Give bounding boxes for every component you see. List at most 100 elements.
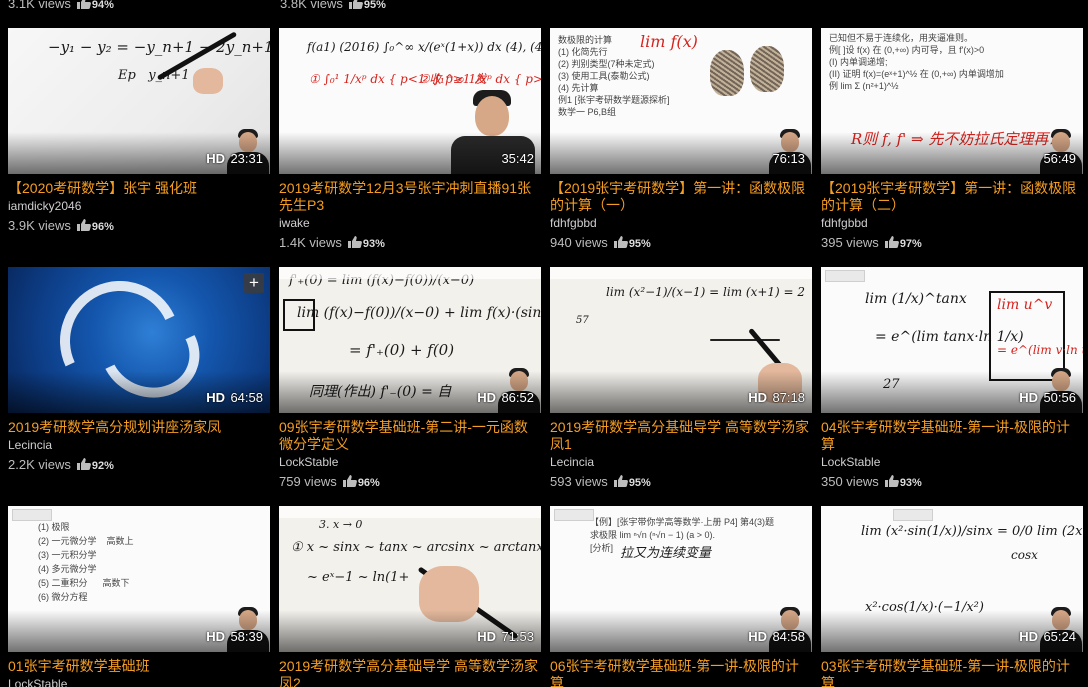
- video-card[interactable]: f'₊(0) = lim (f(x)−f(0))/(x−0) lim (f(x)…: [279, 267, 541, 490]
- video-card[interactable]: lim (1/x)^tanx = e^(lim tanx·ln 1/x) 27 …: [821, 267, 1083, 490]
- channel-logo: [554, 509, 594, 521]
- hd-badge: HD: [206, 629, 225, 644]
- duration-label: 87:18: [772, 390, 805, 405]
- uploader-name[interactable]: iwake: [279, 216, 541, 231]
- video-title[interactable]: 04张宇考研数学基础班-第一讲-极限的计算: [821, 419, 1083, 453]
- video-thumbnail[interactable]: lim (x²−1)/(x−1) = lim (x+1) = 2 57 HD 8…: [550, 267, 812, 413]
- video-title[interactable]: 03张宇考研数学基础班-第一讲-极限的计算: [821, 658, 1083, 687]
- video-thumbnail[interactable]: + HD 64:58: [8, 267, 270, 413]
- slide-text: (1) 极限 (2) 一元微分学 高数上 (3) 一元积分学 (4) 多元微分学 (5)…: [38, 522, 134, 602]
- uploader-name[interactable]: fdhfgbbd: [821, 216, 1083, 231]
- math-scribble: f(a1) (2016) ∫₀^∞ x/(eˣ(1+x)) dx (4), (4…: [307, 40, 541, 54]
- video-stats: 1.4K views 93%: [279, 235, 541, 251]
- video-card[interactable]: lim (x²·sin(1/x))/sinx = 0/0 lim (2x·sin…: [821, 506, 1083, 687]
- view-count: 759 views: [279, 474, 337, 489]
- video-title[interactable]: 2019考研数学高分基础导学 高等数学汤家凤1: [550, 419, 812, 453]
- math-scribble: = f'₊(0) + f(0): [349, 341, 455, 359]
- math-scribble: lim (x²·sin(1/x))/sinx = 0/0 lim (2x·sin…: [861, 524, 1083, 539]
- duration-label: 84:58: [772, 629, 805, 644]
- video-title[interactable]: 09张宇考研数学基础班-第二讲-一元函数微分学定义: [279, 419, 541, 453]
- rating-percent: 93%: [362, 238, 385, 250]
- uploader-name[interactable]: LockStable: [279, 455, 541, 470]
- hd-badge: HD: [748, 390, 767, 405]
- hand: [193, 68, 223, 94]
- duration-label: 65:24: [1043, 629, 1076, 644]
- video-stats: 593 views 95%: [550, 474, 812, 490]
- video-card[interactable]: (1) 极限 (2) 一元微分学 高数上 (3) 一元积分学 (4) 多元微分学 (5)…: [8, 506, 270, 687]
- video-card[interactable]: 已知但不易于连续化，用夹逼准则。 例[ ]设 f(x) 在 (0,+∞) 内可导，…: [821, 28, 1083, 251]
- math-scribble: lim f(x): [640, 32, 698, 51]
- view-count: 1.4K views: [279, 235, 342, 250]
- video-title[interactable]: 06张宇考研数学基础班-第一讲-极限的计算: [550, 658, 812, 687]
- duration-label: 56:49: [1043, 151, 1076, 166]
- uploader-name[interactable]: LockStable: [821, 455, 1083, 470]
- rating-percent: 96%: [91, 221, 114, 233]
- rating-percent: 96%: [357, 477, 380, 489]
- watermark-banner: [550, 267, 812, 279]
- hd-badge: HD: [1019, 390, 1038, 405]
- math-scribble: 57: [576, 315, 589, 326]
- video-thumbnail[interactable]: −y₁ − y₂ = −y_n+1 − 2y_n+1 = 5 Ep y_n+1 …: [8, 28, 270, 174]
- video-title[interactable]: 【2020考研数学】张宇 强化班: [8, 180, 270, 197]
- hd-badge: HD: [1019, 629, 1038, 644]
- annotation-box: [283, 299, 315, 331]
- video-thumbnail[interactable]: lim (1/x)^tanx = e^(lim tanx·ln 1/x) 27 …: [821, 267, 1083, 413]
- video-thumbnail[interactable]: 【例】[张宇带你学高等数学·上册 P4] 第4(3)题 求极限 lim ⁿ√n (…: [550, 506, 812, 652]
- video-thumbnail[interactable]: f(a1) (2016) ∫₀^∞ x/(eˣ(1+x)) dx (4), (4…: [279, 28, 541, 174]
- duration-label: 76:13: [772, 151, 805, 166]
- view-count: 395 views: [821, 235, 879, 250]
- uploader-name[interactable]: fdhfgbbd: [550, 216, 812, 231]
- video-card[interactable]: 【例】[张宇带你学高等数学·上册 P4] 第4(3)题 求极限 lim ⁿ√n (…: [550, 506, 812, 687]
- uploader-name[interactable]: Lecincia: [8, 438, 270, 453]
- duration-label: 50:56: [1043, 390, 1076, 405]
- video-thumbnail[interactable]: 数极限的计算 (1) 化简先行 (2) 判别类型(7种未定式) (3) 使用工具(泰勒…: [550, 28, 812, 174]
- video-card[interactable]: −y₁ − y₂ = −y_n+1 − 2y_n+1 = 5 Ep y_n+1 …: [8, 28, 270, 234]
- hd-badge: HD: [477, 629, 496, 644]
- video-card[interactable]: f(a1) (2016) ∫₀^∞ x/(eˣ(1+x)) dx (4), (4…: [279, 28, 541, 251]
- video-thumbnail[interactable]: 3. x → 0 ① x ~ sinx ~ tanx ~ arcsinx ~ a…: [279, 506, 541, 652]
- slide-text: 已知但不易于连续化，用夹逼准则。 例[ ]设 f(x) 在 (0,+∞) 内可导，…: [829, 33, 1004, 91]
- video-title[interactable]: 2019考研数学高分规划讲座汤家凤: [8, 419, 270, 436]
- portrait: [750, 46, 784, 92]
- video-title[interactable]: 01张宇考研数学基础班: [8, 658, 270, 675]
- uploader-name[interactable]: Lecincia: [550, 455, 812, 470]
- video-title[interactable]: 2019考研数学高分基础导学 高等数学汤家凤2: [279, 658, 541, 687]
- video-thumbnail[interactable]: f'₊(0) = lim (f(x)−f(0))/(x−0) lim (f(x)…: [279, 267, 541, 413]
- math-scribble: lim (x²−1)/(x−1) = lim (x+1) = 2: [606, 285, 806, 299]
- math-scribble: lim (f(x)−f(0))/(x−0) + lim f(x)·(sinx/x…: [297, 305, 541, 321]
- rating-percent: 97%: [899, 238, 922, 250]
- thumbs-up-icon: [884, 475, 899, 487]
- duration-label: 64:58: [230, 390, 263, 405]
- math-scribble: −y₁ − y₂ = −y_n+1 − 2y_n+1 = 5: [48, 38, 270, 56]
- video-title[interactable]: 【2019张宇考研数学】第一讲：函数极限的计算（二）: [821, 180, 1083, 214]
- uploader-name[interactable]: iamdicky2046: [8, 199, 270, 214]
- watermark-banner: [279, 267, 541, 279]
- video-stats: 940 views 95%: [550, 235, 812, 251]
- video-thumbnail[interactable]: 已知但不易于连续化，用夹逼准则。 例[ ]设 f(x) 在 (0,+∞) 内可导，…: [821, 28, 1083, 174]
- rating-percent: 92%: [91, 460, 114, 472]
- thumbs-up-icon: [348, 0, 363, 9]
- view-count: 350 views: [821, 474, 879, 489]
- math-scribble: = e^(lim v·ln u): [997, 343, 1083, 357]
- portrait: [710, 50, 744, 96]
- math-scribble: lim u^v: [997, 297, 1053, 313]
- math-scribble: Ep y_n+1: [118, 68, 190, 83]
- video-grid-page: 3.1K views 94% 3.8K views 95% −y₁ − y₂ = −…: [0, 0, 1088, 687]
- video-card[interactable]: 数极限的计算 (1) 化简先行 (2) 判别类型(7种未定式) (3) 使用工具(泰勒…: [550, 28, 812, 251]
- hd-badge: HD: [206, 151, 225, 166]
- video-title[interactable]: 【2019张宇考研数学】第一讲：函数极限的计算（一）: [550, 180, 812, 214]
- video-card[interactable]: 3. x → 0 ① x ~ sinx ~ tanx ~ arcsinx ~ a…: [279, 506, 541, 687]
- thumbs-up-icon: [76, 219, 91, 231]
- video-thumbnail[interactable]: (1) 极限 (2) 一元微分学 高数上 (3) 一元积分学 (4) 多元微分学 (5)…: [8, 506, 270, 652]
- thumbs-up-icon: [613, 475, 628, 487]
- video-title[interactable]: 2019考研数学12月3号张宇冲刺直播91张先生P3: [279, 180, 541, 214]
- math-scribble: 3. x → 0: [319, 518, 363, 531]
- plus-icon[interactable]: +: [244, 273, 264, 293]
- thumbs-up-icon: [342, 475, 357, 487]
- video-card[interactable]: + HD 64:58 2019考研数学高分规划讲座汤家凤 Lecincia 2.…: [8, 267, 270, 473]
- video-card[interactable]: lim (x²−1)/(x−1) = lim (x+1) = 2 57 HD 8…: [550, 267, 812, 490]
- video-stats: 759 views 96%: [279, 474, 541, 490]
- uploader-name[interactable]: LockStable: [8, 677, 270, 687]
- video-thumbnail[interactable]: lim (x²·sin(1/x))/sinx = 0/0 lim (2x·sin…: [821, 506, 1083, 652]
- pen-line: [710, 339, 780, 341]
